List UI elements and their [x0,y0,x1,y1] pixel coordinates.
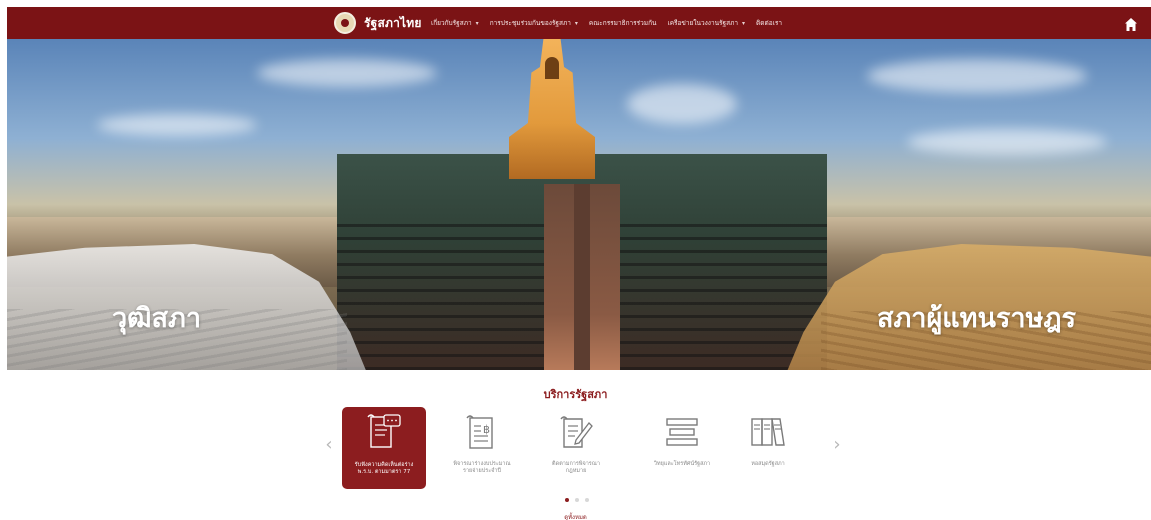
chevron-down-icon: ▾ [742,19,746,27]
service-label: หอสมุดรัฐสภา [726,461,810,468]
cloud [867,59,1087,93]
top-nav-bar: รัฐสภาไทย เกี่ยวกับรัฐสภา ▾ การประชุมร่ว… [7,7,1151,39]
chevron-down-icon: ▾ [574,19,578,27]
chevron-down-icon: ▾ [475,19,479,27]
library-books-icon [751,418,785,446]
central-stairs [544,184,620,370]
cloud [257,59,437,87]
svg-text:฿: ฿ [483,423,490,436]
service-public-hearing[interactable]: รับฟังความคิดเห็นต่อร่าง พ.ร.บ. ตามมาตรา… [342,407,426,489]
main-nav: เกี่ยวกับรัฐสภา ▾ การประชุมร่วมกันของรัฐ… [431,7,782,39]
service-label: วิทยุและโทรทัศน์รัฐสภา [640,461,724,468]
law-tracking-icon [560,416,593,448]
carousel-dots [565,498,589,502]
service-label-line2: รายจ่ายประจำปี [462,468,501,474]
parliament-building [337,154,827,370]
carousel-dot-3[interactable] [585,498,589,502]
carousel-prev-button[interactable]: ‹ [322,435,336,455]
nav-item-label: การประชุมร่วมกันของรัฐสภา [489,19,571,27]
cloud [907,129,1107,155]
service-label-line1: พิจารณาร่างงบประมาณ [453,461,511,467]
nav-item-label: ติดต่อเรา [756,19,782,27]
nav-item-label: เกี่ยวกับรัฐสภา [431,19,472,27]
service-label-line2: กฎหมาย [565,468,587,474]
service-tv-radio[interactable]: วิทยุและโทรทัศน์รัฐสภา [640,407,724,489]
service-label-line1: วิทยุและโทรทัศน์รัฐสภา [653,461,711,467]
carousel-next-button[interactable]: › [830,435,844,455]
carousel-dot-2[interactable] [575,498,579,502]
parliament-logo-icon [334,12,356,34]
service-budget-review[interactable]: ฿ พิจารณาร่างงบประมาณ รายจ่ายประจำปี [440,407,524,489]
nav-item-network[interactable]: เครือข่ายในวงงานรัฐสภา ▾ [667,18,745,28]
carousel-dot-1[interactable] [565,498,569,502]
service-label-line2: พ.ร.บ. ตามมาตรา 77 [357,469,411,475]
service-label: พิจารณาร่างงบประมาณ รายจ่ายประจำปี [440,461,524,475]
service-label: ติดตามการพิจารณา กฎหมาย [534,461,618,475]
see-all-link[interactable]: ดูทั้งหมด [0,512,1151,520]
tower-window [545,57,559,79]
document-comment-icon [367,414,401,448]
nav-item-label: เครือข่ายในวงงานรัฐสภา [667,19,739,27]
budget-document-icon: ฿ [466,415,493,449]
cloud [97,114,257,136]
service-label-line1: หอสมุดรัฐสภา [751,461,785,467]
service-label: รับฟังความคิดเห็นต่อร่าง พ.ร.บ. ตามมาตรา… [342,462,426,476]
home-icon[interactable] [1125,16,1137,31]
service-law-tracking[interactable]: ติดตามการพิจารณา กฎหมาย [534,407,618,489]
nav-item-contact[interactable]: ติดต่อเรา [756,18,782,28]
brand[interactable]: รัฐสภาไทย [334,10,422,36]
nav-item-joint-meetings[interactable]: การประชุมร่วมกันของรัฐสภา ▾ [490,18,578,28]
senate-label[interactable]: วุฒิสภา [112,296,201,339]
services-title: บริการรัฐสภา [543,388,608,401]
hero-banner: วุฒิสภา สภาผู้แทนราษฎร [7,39,1151,370]
nav-item-about[interactable]: เกี่ยวกับรัฐสภา ▾ [431,18,479,28]
service-label-line1: รับฟังความคิดเห็นต่อร่าง [354,462,414,468]
brand-name: รัฐสภาไทย [364,15,422,30]
house-label[interactable]: สภาผู้แทนราษฎร [877,296,1076,339]
cloud [627,84,737,124]
service-label-line1: ติดตามการพิจารณา [552,461,600,467]
service-library[interactable]: หอสมุดรัฐสภา [726,407,810,489]
tv-radio-icon [666,418,698,446]
nav-item-joint-committees[interactable]: คณะกรรมาธิการร่วมกัน [589,18,657,28]
nav-item-label: คณะกรรมาธิการร่วมกัน [588,19,657,27]
